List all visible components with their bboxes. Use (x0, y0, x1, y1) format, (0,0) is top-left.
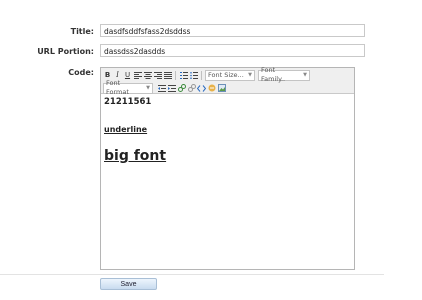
cleanup-icon[interactable] (207, 84, 216, 93)
editor-toolbar: B I U Font Size... ▼ Font Family.. ▼ Fon… (101, 66, 354, 96)
font-format-value: Font Format (106, 79, 129, 96)
font-size-select[interactable]: Font Size... ▼ (205, 69, 255, 81)
toolbar-separator (201, 70, 202, 80)
html-source-icon[interactable] (197, 84, 206, 93)
align-right-icon[interactable] (153, 71, 162, 80)
chevron-down-icon: ▼ (303, 71, 307, 78)
editor-text-line: 21211561 (104, 97, 152, 107)
editor-big-font-text: big font (104, 148, 167, 164)
editor-underlined-text: underline (104, 125, 148, 134)
font-family-value: Font Family.. (261, 66, 286, 83)
unordered-list-icon[interactable] (189, 71, 198, 80)
image-icon[interactable] (217, 84, 226, 93)
save-button[interactable]: Save (100, 278, 157, 290)
chevron-down-icon: ▼ (248, 71, 252, 78)
editor-content[interactable]: 21211561 underline big font (101, 94, 354, 167)
outdent-icon[interactable] (157, 84, 166, 93)
url-portion-input[interactable]: dassdss2dasdds (100, 44, 365, 57)
chevron-down-icon: ▼ (146, 84, 150, 91)
actions-divider (0, 274, 384, 275)
link-icon[interactable] (177, 84, 186, 93)
font-family-select[interactable]: Font Family.. ▼ (258, 66, 310, 83)
title-label: Title: (70, 27, 94, 36)
code-editor: B I U Font Size... ▼ Font Family.. ▼ Fon… (100, 66, 355, 270)
title-input[interactable]: dasdfsddfsfass2dsddss (100, 24, 365, 37)
indent-icon[interactable] (167, 84, 176, 93)
unlink-icon[interactable] (187, 84, 196, 93)
font-size-value: Font Size... (208, 70, 244, 79)
align-justify-icon[interactable] (163, 71, 172, 80)
url-portion-label: URL Portion: (37, 47, 94, 56)
code-label: Code: (68, 68, 94, 77)
align-center-icon[interactable] (143, 71, 152, 80)
ordered-list-icon[interactable] (179, 71, 188, 80)
toolbar-separator (175, 70, 176, 80)
font-format-select[interactable]: Font Format ▼ (103, 79, 153, 96)
